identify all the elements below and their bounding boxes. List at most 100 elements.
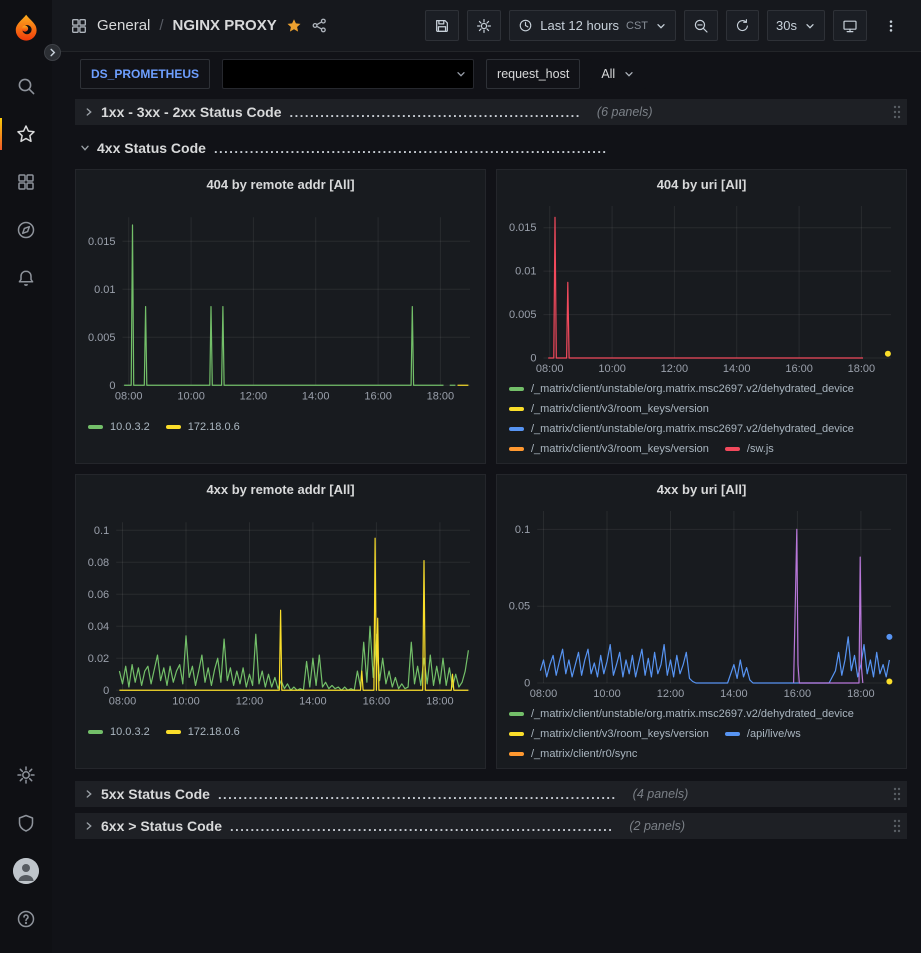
chevron-down-icon <box>623 68 635 80</box>
row-5xx[interactable]: 5xx Status Code ........................… <box>75 781 907 807</box>
legend-item[interactable]: /_matrix/client/v3/room_keys/version <box>509 724 709 743</box>
svg-text:16:00: 16:00 <box>785 363 813 375</box>
series-color-swatch <box>509 387 524 391</box>
panel-404-by-remote-addr: 404 by remote addr [All] 08:0010:0012:00… <box>75 169 486 464</box>
bell-icon <box>16 268 36 288</box>
sidebar-item-starred[interactable] <box>0 110 52 158</box>
legend-label: 10.0.3.2 <box>110 421 150 433</box>
share-icon[interactable] <box>311 17 328 34</box>
legend-label: 172.18.0.6 <box>188 726 240 738</box>
svg-text:08:00: 08:00 <box>115 390 143 402</box>
row-1xx-3xx-2xx[interactable]: 1xx - 3xx - 2xx Status Code ............… <box>75 99 907 125</box>
svg-text:0: 0 <box>530 353 536 365</box>
panel-title[interactable]: 404 by remote addr [All] <box>76 170 485 198</box>
legend-item[interactable]: 172.18.0.6 <box>166 723 240 742</box>
chevron-down-icon <box>455 68 467 80</box>
timeseries-chart[interactable]: 08:0010:0012:0014:0016:0018:0000.050.1 <box>500 503 903 703</box>
drag-handle-icon[interactable] <box>893 787 901 801</box>
series-color-swatch <box>509 427 524 431</box>
legend-label: 172.18.0.6 <box>188 421 240 433</box>
legend-item[interactable]: /_matrix/client/v3/room_keys/version <box>509 399 709 418</box>
svg-text:08:00: 08:00 <box>536 363 564 375</box>
page-title[interactable]: NGINX PROXY <box>173 17 277 34</box>
timeseries-chart[interactable]: 08:0010:0012:0014:0016:0018:0000.0050.01… <box>500 198 903 378</box>
svg-text:18:00: 18:00 <box>847 688 875 700</box>
drag-handle-icon[interactable] <box>893 105 901 119</box>
legend-item[interactable]: 172.18.0.6 <box>166 418 240 437</box>
svg-text:14:00: 14:00 <box>302 390 330 402</box>
datasource-value-select[interactable] <box>222 59 474 89</box>
legend-item[interactable]: /_matrix/client/unstable/org.matrix.msc2… <box>509 379 854 398</box>
panel-title[interactable]: 404 by uri [All] <box>497 170 906 198</box>
request-host-value-select[interactable]: All <box>590 59 646 89</box>
datasource-variable-label[interactable]: DS_PROMETHEUS <box>80 59 210 89</box>
sidebar-item-alerting[interactable] <box>0 254 52 302</box>
panel-legend: 10.0.3.2 172.18.0.6 <box>76 417 485 464</box>
gear-icon <box>16 765 36 785</box>
tv-mode-button[interactable] <box>833 10 867 41</box>
chevron-right-icon <box>83 820 95 832</box>
sidebar-item-explore[interactable] <box>0 206 52 254</box>
kebab-menu-button[interactable] <box>875 10 907 41</box>
panel-legend: 10.0.3.2 172.18.0.6 <box>76 722 485 769</box>
toolbar: Last 12 hours CST 30s <box>425 10 907 41</box>
row-6xx[interactable]: 6xx > Status Code ......................… <box>75 813 907 839</box>
sidebar-item-server-admin[interactable] <box>0 799 52 847</box>
grafana-app: General / NGINX PROXY Last 12 hours CST <box>0 0 921 953</box>
grafana-logo[interactable] <box>10 12 42 44</box>
legend-item[interactable]: /_matrix/client/r0/sync <box>509 744 637 763</box>
chevron-down-icon <box>804 20 816 32</box>
svg-text:16:00: 16:00 <box>784 688 812 700</box>
refresh-interval-dropdown[interactable]: 30s <box>767 10 825 41</box>
legend-label: /_matrix/client/v3/room_keys/version <box>531 728 709 740</box>
refresh-button[interactable] <box>726 10 759 41</box>
series-color-swatch <box>509 752 524 756</box>
legend-item[interactable]: /_matrix/client/unstable/org.matrix.msc2… <box>509 704 854 723</box>
row-title: 4xx Status Code <box>97 140 206 156</box>
help-icon[interactable] <box>0 895 52 943</box>
legend-item[interactable]: /_matrix/client/v3/room_keys/version <box>509 439 709 458</box>
timeseries-chart[interactable]: 08:0010:0012:0014:0016:0018:0000.0050.01… <box>79 198 482 417</box>
chevron-down-icon <box>655 20 667 32</box>
timeseries-chart[interactable]: 08:0010:0012:0014:0016:0018:0000.020.040… <box>79 503 482 722</box>
panel-title[interactable]: 4xx by remote addr [All] <box>76 475 485 503</box>
time-range-picker[interactable]: Last 12 hours CST <box>509 10 676 41</box>
expand-sidebar-button[interactable] <box>44 44 61 61</box>
zoom-out-button[interactable] <box>684 10 718 41</box>
search-icon[interactable] <box>0 62 52 110</box>
refresh-interval-label: 30s <box>776 18 797 33</box>
series-color-swatch <box>725 447 740 451</box>
legend-label: /_matrix/client/unstable/org.matrix.msc2… <box>531 423 854 435</box>
svg-text:12:00: 12:00 <box>240 390 268 402</box>
breadcrumb: General / NGINX PROXY <box>70 17 328 35</box>
top-navbar: General / NGINX PROXY Last 12 hours CST <box>52 0 921 52</box>
sidebar-item-configuration[interactable] <box>0 751 52 799</box>
sidebar-item-dashboards[interactable] <box>0 158 52 206</box>
row-4xx[interactable]: 4xx Status Code ........................… <box>75 135 907 161</box>
legend-label: /_matrix/client/unstable/org.matrix.msc2… <box>531 708 854 720</box>
refresh-icon <box>735 18 750 33</box>
favorite-star-icon[interactable] <box>286 18 302 34</box>
legend-label: 10.0.3.2 <box>110 726 150 738</box>
svg-text:18:00: 18:00 <box>426 695 454 707</box>
sidebar-bottom <box>0 751 52 943</box>
svg-text:0.02: 0.02 <box>88 653 109 665</box>
breadcrumb-section[interactable]: General <box>97 17 150 34</box>
svg-text:10:00: 10:00 <box>172 695 200 707</box>
legend-item[interactable]: 10.0.3.2 <box>88 418 150 437</box>
drag-handle-icon[interactable] <box>893 819 901 833</box>
panel-title[interactable]: 4xx by uri [All] <box>497 475 906 503</box>
legend-item[interactable]: 10.0.3.2 <box>88 723 150 742</box>
save-dashboard-button[interactable] <box>425 10 459 41</box>
legend-item[interactable]: /sw.js <box>725 439 774 458</box>
legend-item[interactable]: /_matrix/client/unstable/org.matrix.msc2… <box>509 764 854 768</box>
dashboard-settings-button[interactable] <box>467 10 501 41</box>
series-color-swatch <box>509 407 524 411</box>
legend-item[interactable]: /api/live/ws <box>725 724 801 743</box>
kebab-icon <box>883 18 899 34</box>
request-host-label[interactable]: request_host <box>486 59 580 89</box>
user-avatar[interactable] <box>0 847 52 895</box>
legend-item[interactable]: /_matrix/client/unstable/org.matrix.msc2… <box>509 419 854 438</box>
svg-text:0.01: 0.01 <box>515 266 536 278</box>
gear-icon <box>476 18 492 34</box>
